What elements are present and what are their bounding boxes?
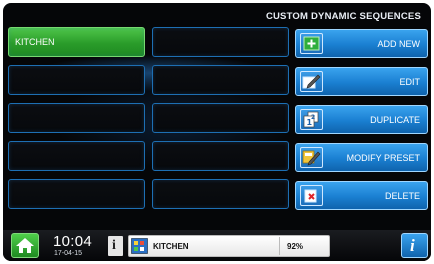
sequence-slot-9[interactable] xyxy=(8,179,145,209)
help-info-button[interactable]: i xyxy=(401,233,428,258)
duplicate-label: DUPLICATE xyxy=(370,115,420,125)
duplicate-icon: 1 2 xyxy=(300,109,323,130)
duplicate-button[interactable]: 1 2 DUPLICATE xyxy=(295,105,428,134)
plus-icon xyxy=(300,33,323,54)
edit-label: EDIT xyxy=(399,77,420,87)
modify-preset-button[interactable]: MODIFY PRESET xyxy=(295,143,428,172)
page-title: CUSTOM DYNAMIC SEQUENCES xyxy=(265,11,421,22)
delete-label: DELETE xyxy=(384,191,420,201)
sequence-slot-label: KITCHEN xyxy=(15,37,55,47)
clock-time: 10:04 xyxy=(53,233,93,250)
sequence-info-button[interactable]: i xyxy=(108,236,123,256)
level-value: 92% xyxy=(287,242,304,251)
sequence-slot-10[interactable] xyxy=(152,179,289,209)
sequence-slot-3[interactable] xyxy=(8,65,145,95)
edit-button[interactable]: EDIT xyxy=(295,67,428,96)
sequence-icon xyxy=(131,238,148,254)
status-bar: 10:04 17-04-15 i KITCHEN 92% i xyxy=(3,230,431,261)
status-divider xyxy=(279,237,280,255)
home-button[interactable] xyxy=(11,233,39,258)
info-icon: i xyxy=(410,236,415,255)
info-glyph: i xyxy=(112,238,116,253)
modify-preset-icon xyxy=(300,147,323,168)
home-icon xyxy=(16,238,34,253)
modify-preset-label: MODIFY PRESET xyxy=(346,153,420,163)
screen: CUSTOM DYNAMIC SEQUENCES KITCHEN ADD NEW xyxy=(3,3,431,261)
clock-date: 17-04-15 xyxy=(54,250,83,257)
active-sequence-name: KITCHEN xyxy=(153,242,189,251)
add-new-label: ADD NEW xyxy=(377,39,421,49)
sequence-slot-1[interactable]: KITCHEN xyxy=(8,27,145,57)
sequence-slot-4[interactable] xyxy=(152,65,289,95)
delete-button[interactable]: DELETE xyxy=(295,181,428,210)
delete-icon xyxy=(300,185,323,206)
sequence-slot-2[interactable] xyxy=(152,27,289,57)
sequence-slot-8[interactable] xyxy=(152,141,289,171)
active-sequence-display: KITCHEN 92% xyxy=(128,235,330,257)
sequence-slot-5[interactable] xyxy=(8,103,145,133)
sequence-slot-7[interactable] xyxy=(8,141,145,171)
add-new-button[interactable]: ADD NEW xyxy=(295,29,428,58)
sequence-slot-6[interactable] xyxy=(152,103,289,133)
svg-text:2: 2 xyxy=(311,114,315,121)
sequence-slots: KITCHEN xyxy=(8,27,290,212)
pencil-icon xyxy=(300,71,323,92)
